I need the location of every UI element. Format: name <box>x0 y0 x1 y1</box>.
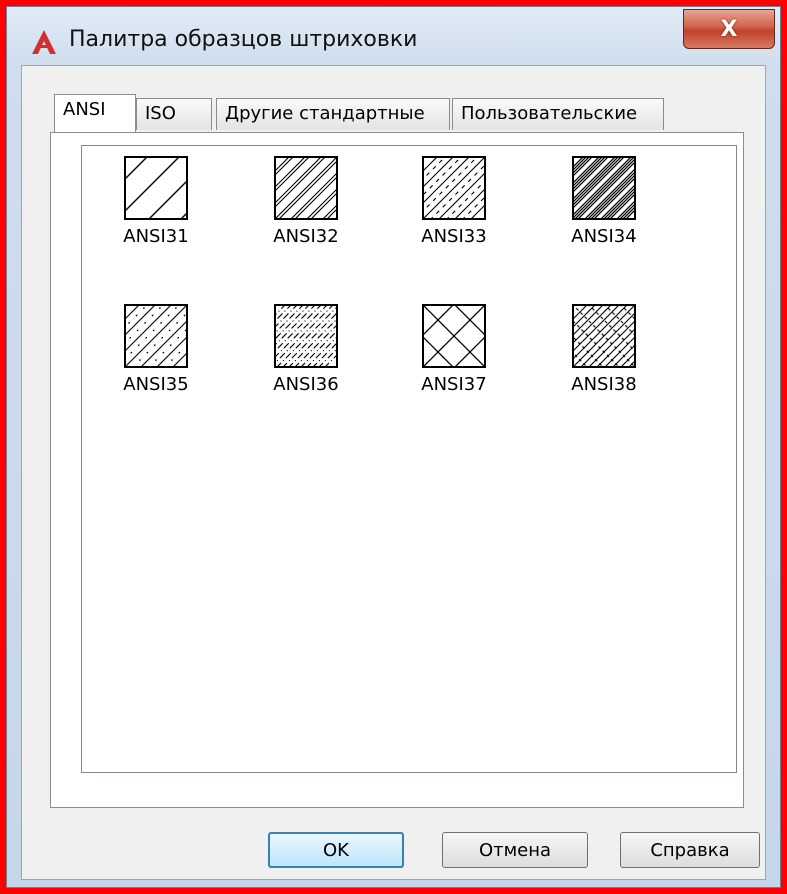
tab-label: Другие стандартные <box>225 103 425 124</box>
pattern-name: ANSI38 <box>571 374 637 395</box>
pattern-name: ANSI37 <box>421 374 487 395</box>
dialog-client-area: ANSI ISO Другие стандартные Пользователь… <box>21 65 766 880</box>
hatch-ansi33-icon <box>422 156 486 220</box>
hatch-ansi36-icon <box>274 304 338 368</box>
pattern-tile-ansi36[interactable]: ANSI36 <box>246 304 366 395</box>
hatch-ansi34-icon <box>572 156 636 220</box>
close-icon: X <box>720 16 738 42</box>
pattern-tile-ansi32[interactable]: ANSI32 <box>246 156 366 247</box>
tab-label: ANSI <box>63 99 106 120</box>
pattern-name: ANSI31 <box>123 226 189 247</box>
pattern-tile-ansi31[interactable]: ANSI31 <box>96 156 216 247</box>
tab-ansi[interactable]: ANSI <box>54 94 136 132</box>
tab-panel-ansi: ANSI31 ANSI32 ANSI33 ANSI34 ANSI35 ANSI3… <box>50 132 744 808</box>
pattern-name: ANSI32 <box>273 226 339 247</box>
close-button[interactable]: X <box>683 9 775 49</box>
help-button[interactable]: Справка <box>620 832 760 868</box>
tab-label: Пользовательские <box>461 103 638 124</box>
pattern-grid[interactable]: ANSI31 ANSI32 ANSI33 ANSI34 ANSI35 ANSI3… <box>81 145 737 773</box>
pattern-name: ANSI33 <box>421 226 487 247</box>
autocad-logo-icon <box>32 30 56 54</box>
pattern-name: ANSI36 <box>273 374 339 395</box>
tab-label: ISO <box>145 103 176 124</box>
hatch-ansi32-icon <box>274 156 338 220</box>
ok-button[interactable]: OK <box>268 832 404 868</box>
pattern-name: ANSI34 <box>571 226 637 247</box>
pattern-tile-ansi35[interactable]: ANSI35 <box>96 304 216 395</box>
tab-iso[interactable]: ISO <box>136 98 212 130</box>
hatch-palette-dialog: Палитра образцов штриховки X ANSI ISO Др… <box>6 6 781 888</box>
pattern-tile-ansi37[interactable]: ANSI37 <box>394 304 514 395</box>
pattern-name: ANSI35 <box>123 374 189 395</box>
cancel-button[interactable]: Отмена <box>442 832 588 868</box>
hatch-ansi35-icon <box>124 304 188 368</box>
hatch-ansi37-icon <box>422 304 486 368</box>
hatch-ansi31-icon <box>124 156 188 220</box>
pattern-tile-ansi38[interactable]: ANSI38 <box>544 304 664 395</box>
tab-other-standard[interactable]: Другие стандартные <box>216 98 450 130</box>
pattern-tile-ansi33[interactable]: ANSI33 <box>394 156 514 247</box>
title-bar[interactable]: Палитра образцов штриховки X <box>7 7 780 65</box>
pattern-tile-ansi34[interactable]: ANSI34 <box>544 156 664 247</box>
window-title: Палитра образцов штриховки <box>69 27 418 52</box>
hatch-ansi38-icon <box>572 304 636 368</box>
tab-custom[interactable]: Пользовательские <box>452 98 664 130</box>
